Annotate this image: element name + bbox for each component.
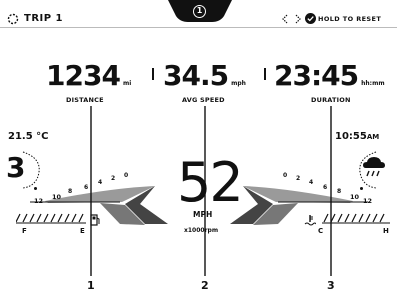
annotation-label-3: 3 [327, 279, 335, 292]
annotation-label-2: 2 [201, 279, 209, 292]
annotation-label-1: 1 [87, 279, 95, 292]
annotation-lines [90, 106, 332, 276]
